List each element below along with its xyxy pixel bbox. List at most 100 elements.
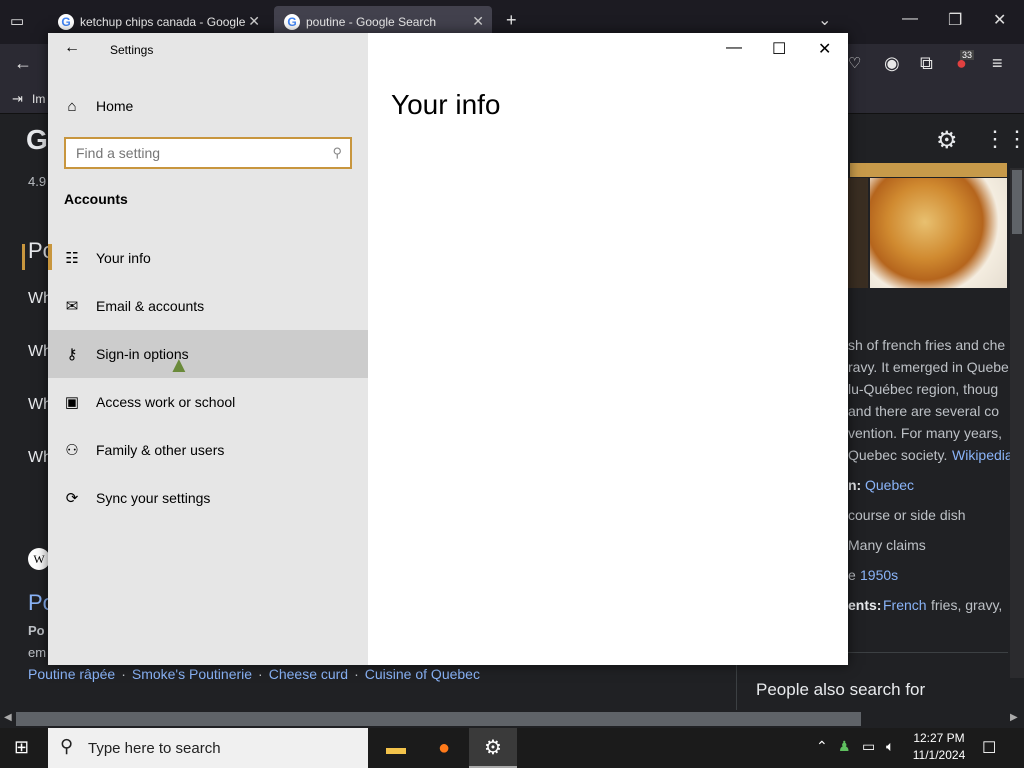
separator: ·: [258, 666, 263, 682]
scroll-left-icon[interactable]: ◀: [4, 712, 12, 723]
food-image-strip[interactable]: [850, 163, 1007, 177]
scroll-right-icon[interactable]: ▶: [1010, 712, 1018, 723]
account-icon[interactable]: ◉: [884, 53, 900, 74]
close-icon[interactable]: ✕: [818, 39, 831, 59]
kp-ingredients-link[interactable]: French: [883, 597, 927, 613]
google-favicon-icon: G: [58, 14, 74, 30]
taskbar-search-placeholder: Type here to search: [88, 739, 221, 757]
related-links: Poutine râpée · Smoke's Poutinerie · Che…: [28, 666, 480, 682]
wiki-snippet: em: [28, 645, 47, 660]
page-title: Your info: [391, 89, 501, 120]
kp-created-link[interactable]: 1950s: [860, 567, 898, 583]
kp-description: vention. For many years,: [848, 425, 1003, 441]
windows-start-icon[interactable]: ⊞: [14, 737, 29, 758]
minimize-icon[interactable]: —: [726, 39, 742, 57]
separator: ·: [121, 666, 126, 682]
kp-ingredients-rest: fries, gravy,: [931, 597, 1003, 613]
horizontal-scroll-thumb[interactable]: [16, 712, 861, 726]
briefcase-icon: ▣: [64, 394, 80, 411]
kp-created-prefix: e: [848, 567, 856, 583]
wiki-bold: Po: [28, 623, 45, 638]
back-arrow-icon[interactable]: ←: [14, 53, 32, 74]
related-link[interactable]: Cuisine of Quebec: [365, 666, 480, 682]
search-input[interactable]: Find a setting ⚲: [64, 137, 352, 169]
taskbar: ⊞ ⚲ Type here to search ▬ ● ⚙ ⌃ ♟ ▭ 🔈︎ ☐: [0, 728, 1024, 768]
person-card-icon: ☷: [65, 250, 79, 267]
restore-browser-icon[interactable]: ❐: [948, 10, 962, 30]
import-icon[interactable]: ⇥: [12, 91, 23, 107]
new-tab-icon[interactable]: +: [506, 10, 517, 31]
nav-home[interactable]: ⌂ Home: [48, 82, 368, 130]
wikipedia-icon: W: [28, 548, 50, 570]
settings-window: ← Settings ⌂ Home Find a setting ⚲ Accou…: [48, 33, 848, 665]
chevron-down-icon[interactable]: ⌄: [818, 10, 831, 30]
kp-claims: Many claims: [848, 537, 926, 553]
kp-description: and there are several co: [848, 403, 999, 419]
nav-label: Home: [96, 98, 134, 114]
clock[interactable]: 12:27 PM 11/1/2024: [908, 731, 970, 762]
taskbar-search-input[interactable]: ⚲ Type here to search: [48, 728, 368, 768]
related-link[interactable]: Poutine râpée: [28, 666, 115, 682]
nav-sign-in-options[interactable]: ⚷ Sign-in options: [48, 330, 368, 378]
kp-description: Quebec society.: [848, 447, 948, 463]
settings-sidebar: ← Settings ⌂ Home Find a setting ⚲ Accou…: [48, 33, 368, 665]
kp-description: ravy. It emerged in Quebe: [848, 359, 1009, 375]
related-link[interactable]: Cheese curd: [269, 666, 348, 682]
food-image-partial[interactable]: [848, 178, 868, 288]
close-tab-icon[interactable]: ✕: [248, 13, 260, 30]
clock-date: 11/1/2024: [912, 748, 966, 762]
nav-email-accounts[interactable]: ✉ Email & accounts: [48, 282, 368, 330]
vertical-scrollbar[interactable]: [1010, 168, 1024, 678]
close-browser-icon[interactable]: ✕: [993, 10, 1006, 30]
bookmark-label[interactable]: Im: [32, 92, 45, 106]
google-favicon-icon: G: [284, 14, 300, 30]
firefox-icon[interactable]: ●: [420, 728, 468, 768]
divider: [848, 652, 1008, 653]
home-icon: ⌂: [67, 97, 77, 115]
people-also-search-heading: People also search for: [756, 680, 926, 699]
nav-access-work[interactable]: ▣ Access work or school: [48, 378, 368, 426]
close-tab-icon[interactable]: ✕: [472, 13, 484, 30]
apps-grid-icon[interactable]: ⋮⋮⋮: [984, 126, 1024, 152]
nav-your-info[interactable]: ☷ Your info: [48, 234, 368, 282]
clock-time: 12:27 PM: [913, 731, 965, 745]
chevron-up-icon[interactable]: ⌃: [816, 738, 828, 755]
search-placeholder: Find a setting: [76, 145, 161, 161]
gear-icon[interactable]: ⚙: [936, 126, 958, 155]
volume-icon[interactable]: 🔈︎: [886, 738, 894, 755]
nav-label: Access work or school: [96, 394, 236, 410]
kp-wikipedia-link[interactable]: Wikipedia: [952, 447, 1013, 463]
nav-sync-settings[interactable]: ⟳ Sync your settings: [48, 474, 368, 522]
search-icon: ⚲: [332, 145, 342, 160]
vertical-scroll-thumb[interactable]: [1012, 170, 1022, 234]
kp-description: sh of french fries and che: [848, 337, 1006, 353]
kp-ingredients-label: ents:: [848, 597, 882, 613]
tab-list-icon[interactable]: ▭: [10, 12, 24, 30]
file-explorer-icon[interactable]: ▬: [372, 728, 420, 768]
divider: [736, 665, 737, 710]
kp-origin-link[interactable]: Quebec: [865, 477, 914, 493]
tab-title: ketchup chips canada - Google: [80, 15, 246, 29]
minimize-browser-icon[interactable]: —: [902, 10, 918, 28]
pocket-icon[interactable]: ♡: [848, 54, 861, 72]
kp-origin-label: n:: [848, 477, 862, 493]
back-arrow-icon[interactable]: ←: [64, 39, 80, 57]
rating-text: 4.9: [28, 174, 47, 189]
related-link[interactable]: Smoke's Poutinerie: [132, 666, 252, 682]
nav-label: Family & other users: [96, 442, 225, 458]
notification-center-icon[interactable]: ☐: [982, 738, 996, 758]
network-icon[interactable]: ▭: [862, 738, 875, 755]
maximize-icon[interactable]: ☐: [772, 39, 786, 59]
user-tray-icon[interactable]: ♟: [838, 738, 851, 755]
settings-app-icon[interactable]: ⚙: [469, 728, 517, 768]
search-icon: ⚲: [60, 736, 74, 756]
kp-description: lu-Québec region, thoug: [848, 381, 999, 397]
extensions-icon[interactable]: ⧉: [920, 53, 933, 74]
poutine-image[interactable]: [870, 178, 1007, 288]
nav-label: Your info: [96, 250, 151, 266]
nav-family-users[interactable]: ⚇ Family & other users: [48, 426, 368, 474]
menu-icon[interactable]: ≡: [992, 53, 1003, 74]
key-icon: ⚷: [66, 346, 78, 363]
google-logo[interactable]: G: [26, 124, 48, 156]
nav-label: Sync your settings: [96, 490, 211, 506]
